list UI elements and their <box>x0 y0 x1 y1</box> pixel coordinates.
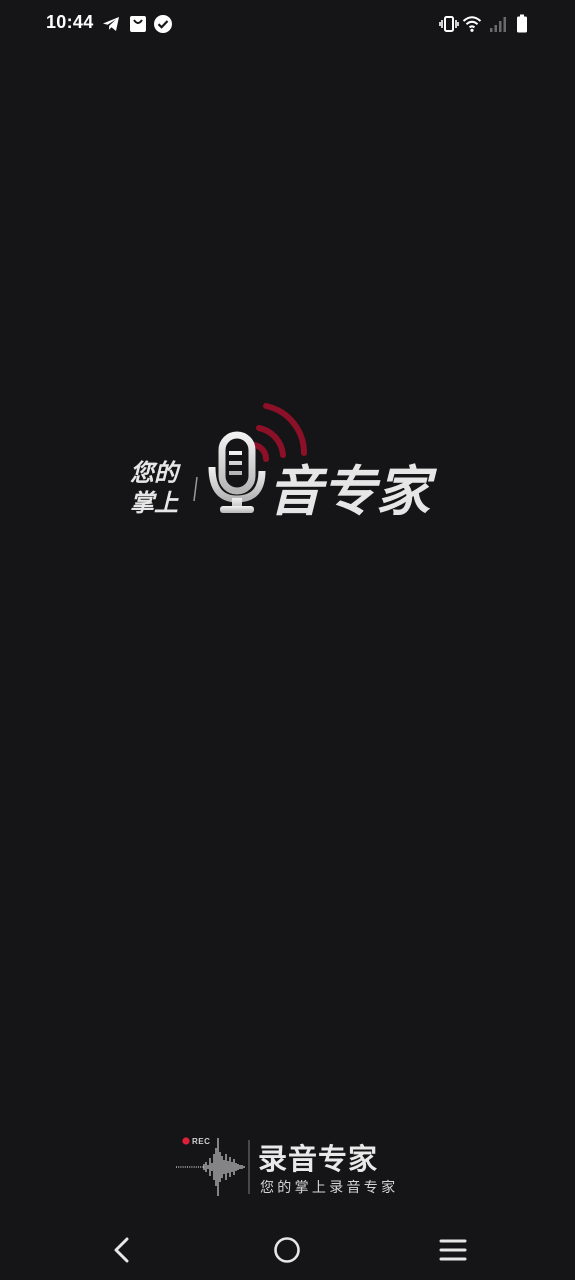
tagline-line-1: 您的 <box>130 459 181 487</box>
rec-dot <box>182 1137 190 1145</box>
cellular-signal-icon <box>488 14 508 34</box>
home-icon <box>274 1237 300 1263</box>
sound-wave-arcs <box>251 403 308 462</box>
shopping-bag-icon <box>128 14 148 34</box>
vibrate-icon <box>439 14 459 34</box>
splash-logo: 您的 掌上 音专家 <box>126 395 450 525</box>
status-time: 10:44 <box>46 12 94 32</box>
menu-icon <box>439 1239 467 1261</box>
tagline-line-2: 掌上 <box>130 489 179 517</box>
rec-label: REC <box>192 1137 211 1146</box>
back-icon <box>114 1237 129 1263</box>
check-circle-icon <box>153 14 173 34</box>
microphone-icon <box>208 431 266 513</box>
brand-title: 录音专家 <box>258 1142 379 1176</box>
waveform-icon <box>176 1138 245 1196</box>
home-button[interactable] <box>271 1234 303 1266</box>
wifi-icon <box>462 14 482 34</box>
menu-button[interactable] <box>437 1234 469 1266</box>
app-name-tail: 音专家 <box>268 460 438 523</box>
back-button[interactable] <box>106 1234 138 1266</box>
brand-footer: REC 录音专家 您的掌上录音专家 <box>174 1134 406 1200</box>
logo-divider <box>193 476 198 502</box>
brand-subtitle: 您的掌上录音专家 <box>260 1180 399 1196</box>
status-bar: 10:44 <box>0 0 575 48</box>
telegram-icon <box>101 14 121 34</box>
battery-icon <box>512 14 532 34</box>
navigation-bar <box>0 1220 575 1280</box>
